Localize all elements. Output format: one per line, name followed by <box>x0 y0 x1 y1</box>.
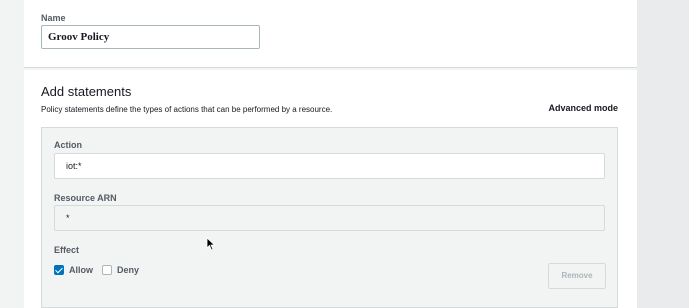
allow-label: Allow <box>69 265 93 275</box>
checkbox-checked-icon[interactable] <box>54 265 64 275</box>
policy-name-input[interactable] <box>41 25 260 49</box>
action-label: Action <box>54 140 82 150</box>
effect-options: Allow Deny <box>54 265 148 275</box>
resource-arn-label: Resource ARN <box>54 193 117 203</box>
statements-panel: Add statements Policy statements define … <box>24 70 637 308</box>
advanced-mode-link[interactable]: Advanced mode <box>548 103 618 113</box>
right-gutter <box>637 0 689 308</box>
name-panel: Name <box>24 0 637 68</box>
resource-arn-input[interactable]: * <box>54 205 605 231</box>
section-description: Policy statements define the types of ac… <box>41 105 333 114</box>
effect-allow-option[interactable]: Allow <box>54 265 93 275</box>
section-title: Add statements <box>41 84 132 99</box>
mouse-pointer-icon <box>206 237 216 251</box>
remove-button[interactable]: Remove <box>548 263 606 289</box>
checkbox-unchecked-icon[interactable] <box>102 265 112 275</box>
effect-label: Effect <box>54 245 80 255</box>
effect-deny-option[interactable]: Deny <box>102 265 139 275</box>
name-label: Name <box>41 13 66 23</box>
deny-label: Deny <box>117 265 140 275</box>
statement-card: Action iot:* Resource ARN * Effect Allow… <box>41 127 618 308</box>
action-input[interactable]: iot:* <box>54 153 605 179</box>
